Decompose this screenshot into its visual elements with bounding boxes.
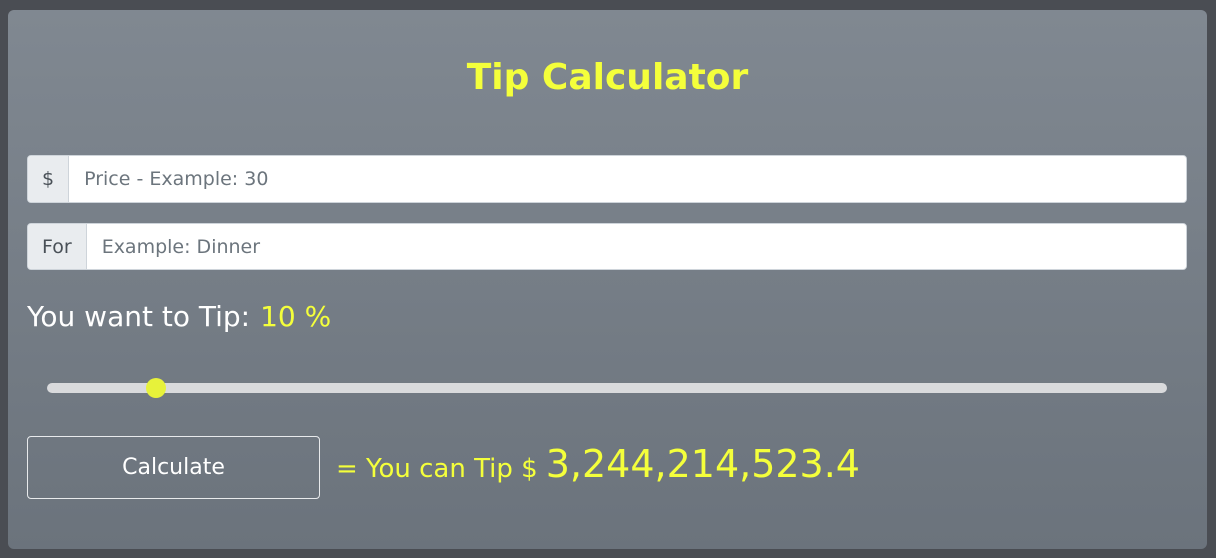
calculate-button[interactable]: Calculate <box>27 436 320 499</box>
tip-percent-value: 10 % <box>260 300 332 333</box>
tip-calculator-card: Tip Calculator $ For You want to Tip: 10 … <box>8 10 1207 549</box>
tip-label: You want to Tip: <box>27 300 251 333</box>
tip-result: = You can Tip $ 3,244,214,523.4 <box>336 442 860 486</box>
for-addon: For <box>28 224 87 269</box>
page-title: Tip Calculator <box>466 57 749 98</box>
slider-thumb[interactable] <box>145 378 166 398</box>
tip-slider[interactable] <box>47 378 1167 398</box>
currency-addon: $ <box>28 156 70 202</box>
for-input[interactable] <box>86 224 1186 269</box>
for-input-group: For <box>27 223 1187 270</box>
tip-percentage-line: You want to Tip: 10 % <box>27 300 331 334</box>
result-amount: 3,244,214,523.4 <box>545 442 860 486</box>
price-input-group: $ <box>27 155 1187 203</box>
price-input[interactable] <box>69 156 1186 202</box>
result-prefix: = You can Tip $ <box>336 454 538 484</box>
